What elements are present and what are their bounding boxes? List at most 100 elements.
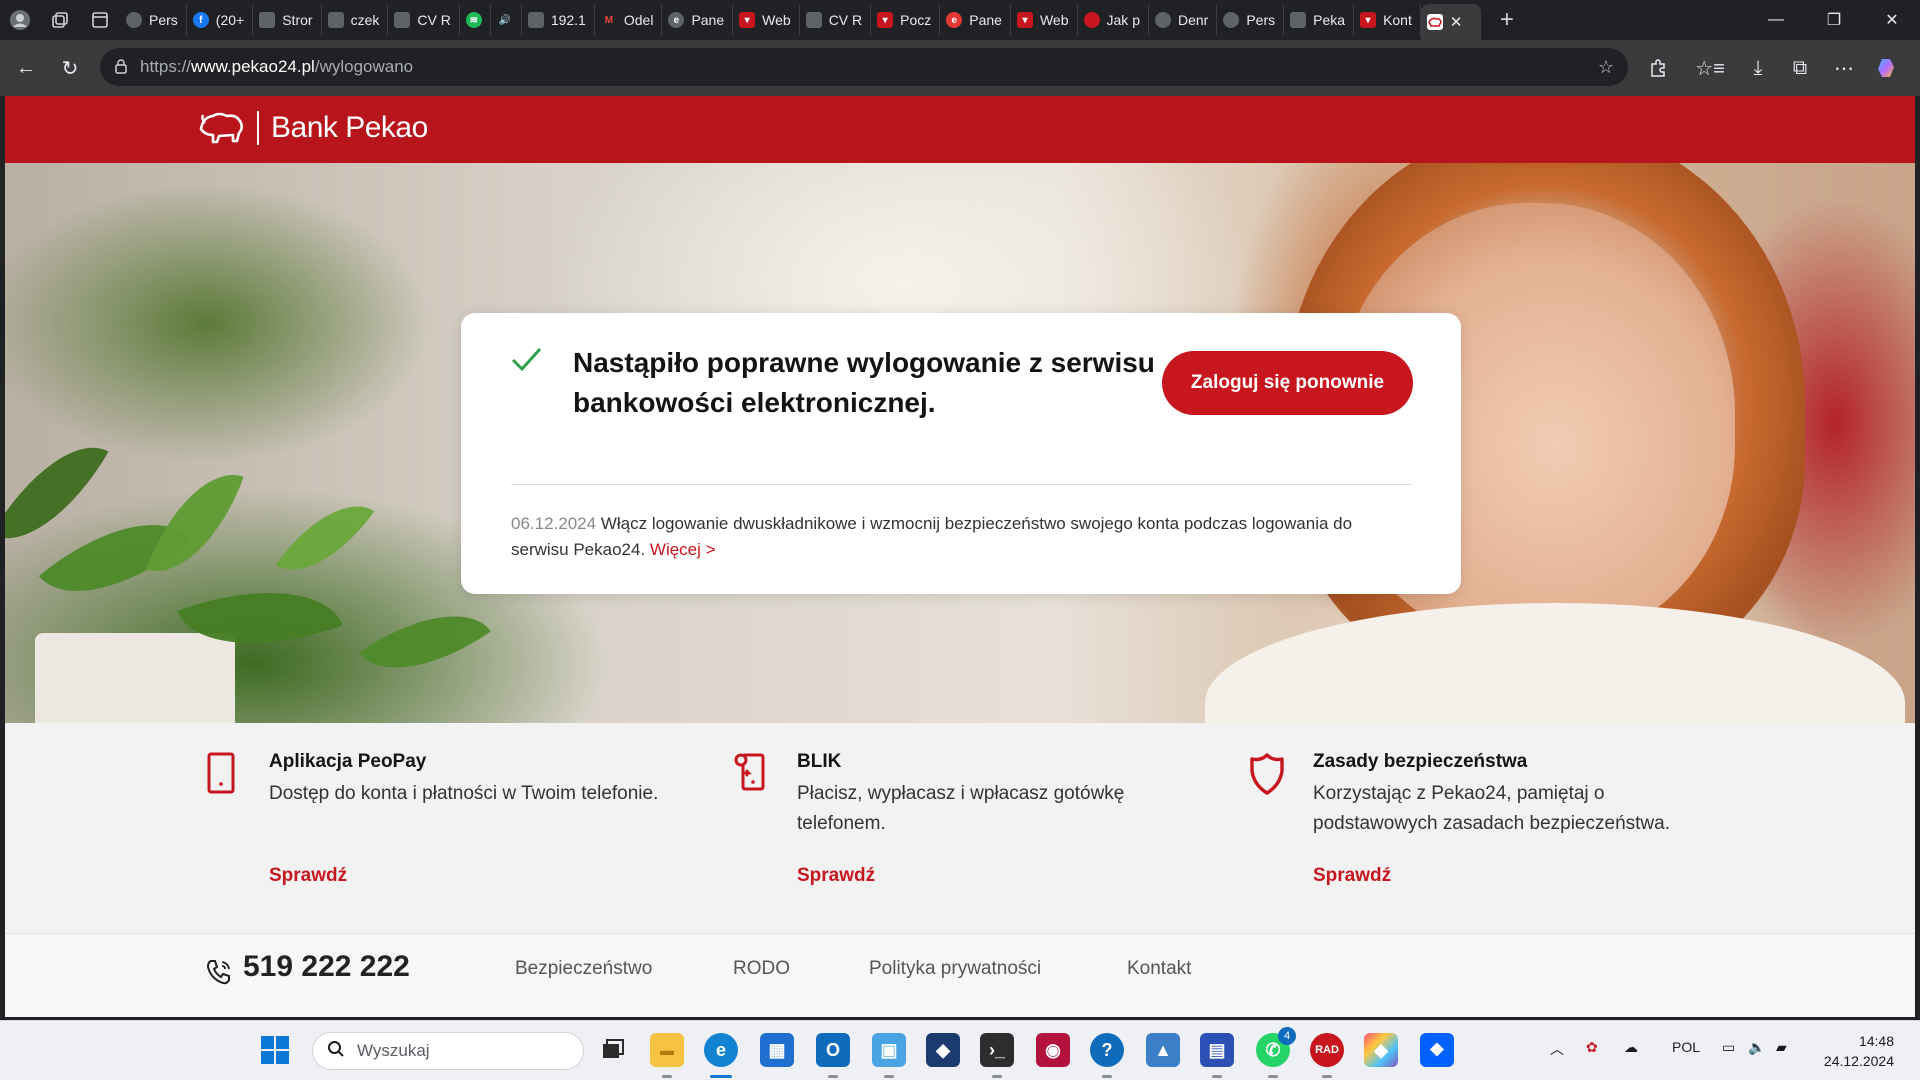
browser-tab[interactable]: M Odel bbox=[595, 4, 663, 36]
hotline-number[interactable]: 519 222 222 bbox=[243, 950, 410, 984]
browser-tab[interactable]: 192.1 bbox=[522, 4, 595, 36]
start-button[interactable] bbox=[258, 1033, 292, 1067]
tab-close-icon[interactable]: ✕ bbox=[1450, 13, 1463, 31]
microsoft-store-icon[interactable]: ▦ bbox=[760, 1033, 794, 1067]
logo-separator bbox=[257, 111, 259, 145]
virtualbox-icon[interactable]: ◆ bbox=[926, 1033, 960, 1067]
volume-icon[interactable]: 🔈 bbox=[1748, 1039, 1765, 1056]
checkmark-icon bbox=[511, 347, 542, 372]
browser-tab[interactable]: e Pane bbox=[940, 4, 1011, 36]
mail-icon: ▾ bbox=[877, 12, 894, 28]
logo-text: Bank Pekao bbox=[271, 111, 428, 144]
restore-button[interactable]: ❐ bbox=[1806, 0, 1862, 40]
tab-title: CV R bbox=[828, 12, 863, 28]
feature-desc: Płacisz, wypłacasz i wpłacasz gotówkę te… bbox=[797, 783, 1125, 834]
bison-logo-icon bbox=[199, 112, 243, 144]
photo-viewer-icon[interactable]: ▲ bbox=[1146, 1033, 1180, 1067]
browser-tab[interactable]: e Pane bbox=[662, 4, 734, 36]
pekao-icon: ▾ bbox=[739, 12, 756, 28]
downloads-icon[interactable]: ⤓ bbox=[1736, 48, 1780, 88]
footer-link-rodo[interactable]: RODO bbox=[733, 958, 790, 980]
browser-tab[interactable]: czek bbox=[322, 4, 389, 36]
news-more-link[interactable]: Więcej > bbox=[650, 540, 716, 559]
browser-tab[interactable]: ≋ bbox=[460, 4, 491, 36]
save-disk-icon[interactable]: ▤ bbox=[1200, 1033, 1234, 1067]
browser-tab[interactable]: Pers bbox=[1217, 4, 1285, 36]
terminal-icon[interactable]: ›_ bbox=[980, 1033, 1014, 1067]
phone-device-icon bbox=[207, 752, 235, 794]
file-explorer-icon[interactable]: ▬ bbox=[650, 1033, 684, 1067]
dropbox-icon[interactable]: ❖ bbox=[1420, 1033, 1454, 1067]
feature-link[interactable]: Sprawdź bbox=[797, 865, 875, 887]
taskbar-search[interactable]: Wyszukaj bbox=[312, 1032, 584, 1070]
browser-tab[interactable]: Pers bbox=[120, 4, 187, 36]
battery-icon[interactable]: ▰ bbox=[1776, 1039, 1787, 1056]
card-divider bbox=[511, 484, 1411, 485]
quick-assist-icon[interactable]: ? bbox=[1090, 1033, 1124, 1067]
shield-icon bbox=[1250, 753, 1284, 795]
vertical-tabs-icon[interactable] bbox=[80, 0, 120, 40]
rad-studio-icon[interactable]: RAD bbox=[1310, 1033, 1344, 1067]
favorite-star-icon[interactable]: ☆ bbox=[1598, 57, 1614, 78]
tab-title: Kont bbox=[1383, 12, 1412, 28]
relogin-button[interactable]: Zaloguj się ponownie bbox=[1162, 351, 1413, 415]
whatsapp-badge: 4 bbox=[1278, 1027, 1296, 1045]
browser-tab[interactable]: f (20+ bbox=[187, 4, 254, 36]
back-button[interactable]: ← bbox=[4, 48, 48, 88]
hero-photo-leaf bbox=[359, 583, 491, 701]
favorites-icon[interactable]: ☆≡ bbox=[1688, 48, 1732, 88]
show-hidden-icons[interactable]: ︿ bbox=[1550, 1039, 1564, 1059]
bank-pekao-logo[interactable]: Bank Pekao bbox=[197, 108, 428, 148]
collections-icon[interactable]: ⧉ bbox=[1778, 48, 1822, 88]
browser-tab[interactable]: ▾ Kont bbox=[1354, 4, 1421, 36]
browser-tab[interactable]: CV R bbox=[800, 4, 872, 36]
feature-desc: Korzystając z Pekao24, pamiętaj o podsta… bbox=[1313, 783, 1670, 834]
footer-link-contact[interactable]: Kontakt bbox=[1127, 958, 1191, 980]
address-bar[interactable]: https://www.pekao24.pl/wylogowano ☆ bbox=[100, 48, 1628, 86]
close-window-button[interactable]: ✕ bbox=[1864, 0, 1920, 40]
task-view-icon[interactable] bbox=[596, 1033, 630, 1067]
language-indicator[interactable]: POL bbox=[1672, 1039, 1700, 1055]
features-section: Aplikacja PeoPay Dostęp do konta i płatn… bbox=[5, 723, 1915, 933]
profile-avatar-icon[interactable] bbox=[0, 0, 40, 40]
browser-tab[interactable]: 🔊 bbox=[491, 4, 522, 36]
hero-photo-leaf bbox=[146, 456, 244, 590]
tab-active-pekao[interactable]: ✕ bbox=[1420, 4, 1481, 40]
feature-desc: Dostęp do konta i płatności w Twoim tele… bbox=[269, 783, 659, 804]
network-icon[interactable]: ▭ bbox=[1722, 1039, 1735, 1056]
browser-tab[interactable]: Denr bbox=[1149, 4, 1218, 36]
tray-app-icon[interactable]: ✿ bbox=[1586, 1039, 1598, 1056]
facebook-icon: f bbox=[192, 12, 209, 28]
reload-button[interactable]: ↻ bbox=[48, 48, 92, 88]
page-icon bbox=[394, 12, 411, 28]
extensions-icon[interactable] bbox=[1636, 48, 1680, 88]
edge-browser-icon[interactable]: e bbox=[704, 1033, 738, 1067]
more-menu-icon[interactable]: ⋯ bbox=[1822, 48, 1866, 88]
remote-desktop-icon[interactable]: ▣ bbox=[872, 1033, 906, 1067]
new-tab-button[interactable]: + bbox=[1487, 0, 1527, 40]
feature-link[interactable]: Sprawdź bbox=[1313, 865, 1391, 887]
outlook-icon[interactable]: O bbox=[816, 1033, 850, 1067]
colorful-app-icon[interactable]: ◆ bbox=[1364, 1033, 1398, 1067]
profile-icon bbox=[1223, 12, 1240, 28]
footer-link-privacy[interactable]: Polityka prywatności bbox=[869, 958, 1041, 980]
screen-recorder-icon[interactable]: ◉ bbox=[1036, 1033, 1070, 1067]
onedrive-icon[interactable]: ☁ bbox=[1624, 1039, 1638, 1056]
browser-tab[interactable]: Peka bbox=[1284, 4, 1355, 36]
browser-tab[interactable]: ▾ Web bbox=[1011, 4, 1078, 36]
browser-tab[interactable]: Jak p bbox=[1078, 4, 1149, 36]
browser-tab[interactable]: Stror bbox=[253, 4, 322, 36]
feature-link[interactable]: Sprawdź bbox=[269, 865, 347, 887]
browser-tab[interactable]: ▾ Pocz bbox=[871, 4, 941, 36]
copilot-icon[interactable] bbox=[1866, 48, 1910, 88]
browser-tab[interactable]: ▾ Web bbox=[733, 4, 800, 36]
tab-title: Odel bbox=[623, 12, 654, 28]
speaker-icon: 🔊 bbox=[498, 14, 512, 26]
system-clock[interactable]: 14:48 24.12.2024 bbox=[1824, 1031, 1894, 1071]
lock-icon[interactable] bbox=[114, 58, 140, 77]
footer-link-security[interactable]: Bezpieczeństwo bbox=[515, 958, 652, 980]
browser-tab[interactable]: CV R bbox=[388, 4, 460, 36]
workspaces-icon[interactable] bbox=[40, 0, 80, 40]
minimize-button[interactable]: — bbox=[1748, 0, 1804, 40]
url-text: https://www.pekao24.pl/wylogowano bbox=[140, 57, 414, 76]
